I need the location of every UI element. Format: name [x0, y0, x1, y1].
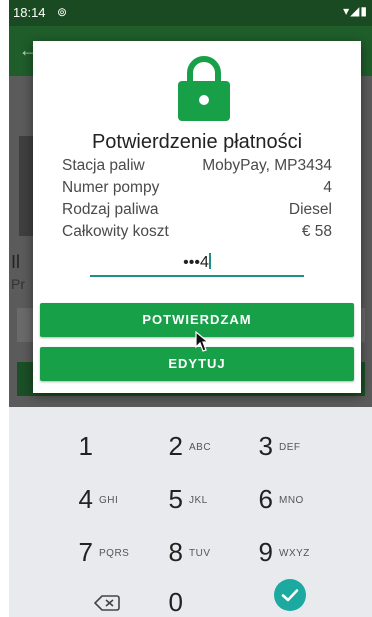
background-subtitle: Pr	[11, 276, 25, 292]
key-digit: 3	[258, 431, 273, 461]
mouse-pointer-icon	[195, 331, 210, 352]
key-letters: GHI	[99, 495, 119, 506]
key-digit: 9	[258, 537, 273, 567]
key-digit: 7	[78, 537, 93, 567]
numeric-keypad: 1 2 ABC 3 DEF 4 GHI 5 JKL 6 MNO 7 PQRS 8	[9, 407, 372, 617]
key-digit: 8	[168, 537, 183, 567]
status-bar: 18:14 ⊚ ▾◢▮	[9, 0, 372, 26]
detail-label: Numer pompy	[62, 179, 160, 196]
key-letters: ABC	[189, 442, 212, 453]
pin-input[interactable]: •••4	[90, 253, 304, 277]
detail-value: Diesel	[288, 201, 332, 218]
detail-label: Rodzaj paliwa	[62, 201, 159, 218]
pin-value: •••4	[183, 254, 209, 271]
detail-row-fuel: Rodzaj paliwa Diesel	[62, 201, 332, 221]
key-9[interactable]: 9 WXYZ	[219, 529, 329, 573]
key-6[interactable]: 6 MNO	[219, 476, 329, 520]
key-digit: 4	[78, 484, 93, 514]
background-title: Il	[11, 252, 20, 272]
checkmark-icon	[281, 589, 299, 602]
detail-value: € 58	[301, 223, 332, 240]
detail-label: Stacja paliw	[62, 157, 145, 174]
status-time: 18:14	[13, 5, 46, 20]
key-letters: WXYZ	[279, 548, 310, 559]
backspace-icon[interactable]	[94, 594, 120, 612]
key-letters: TUV	[189, 548, 211, 559]
key-letters: DEF	[279, 442, 301, 453]
lock-icon	[178, 56, 230, 121]
sync-icon: ⊚	[57, 5, 68, 19]
phone-screen: 18:14 ⊚ ▾◢▮ ← Il Pr Potwierdzenie płatno…	[9, 0, 372, 617]
key-digit: 1	[78, 431, 93, 461]
key-letters: PQRS	[99, 548, 130, 559]
key-digit: 2	[168, 431, 183, 461]
text-cursor	[208, 253, 211, 269]
key-digit: 5	[168, 484, 183, 514]
key-digit: 6	[258, 484, 273, 514]
key-letters: MNO	[279, 495, 304, 506]
key-digit: 0	[168, 587, 183, 617]
key-letters: JKL	[189, 495, 208, 506]
payment-confirmation-dialog: Potwierdzenie płatności Stacja paliw Mob…	[33, 41, 361, 393]
detail-label: Całkowity koszt	[62, 223, 169, 240]
detail-row-cost: Całkowity koszt € 58	[62, 223, 332, 243]
done-key[interactable]	[274, 579, 306, 611]
detail-row-station: Stacja paliw MobyPay, MP3434	[62, 157, 332, 177]
detail-value: 4	[323, 179, 332, 196]
key-3[interactable]: 3 DEF	[219, 423, 329, 467]
key-0[interactable]: 0	[129, 579, 239, 617]
detail-value: MobyPay, MP3434	[202, 157, 332, 174]
detail-row-pump: Numer pompy 4	[62, 179, 332, 199]
signal-battery-icon: ▾◢▮	[343, 4, 368, 18]
dialog-title: Potwierdzenie płatności	[91, 131, 303, 153]
